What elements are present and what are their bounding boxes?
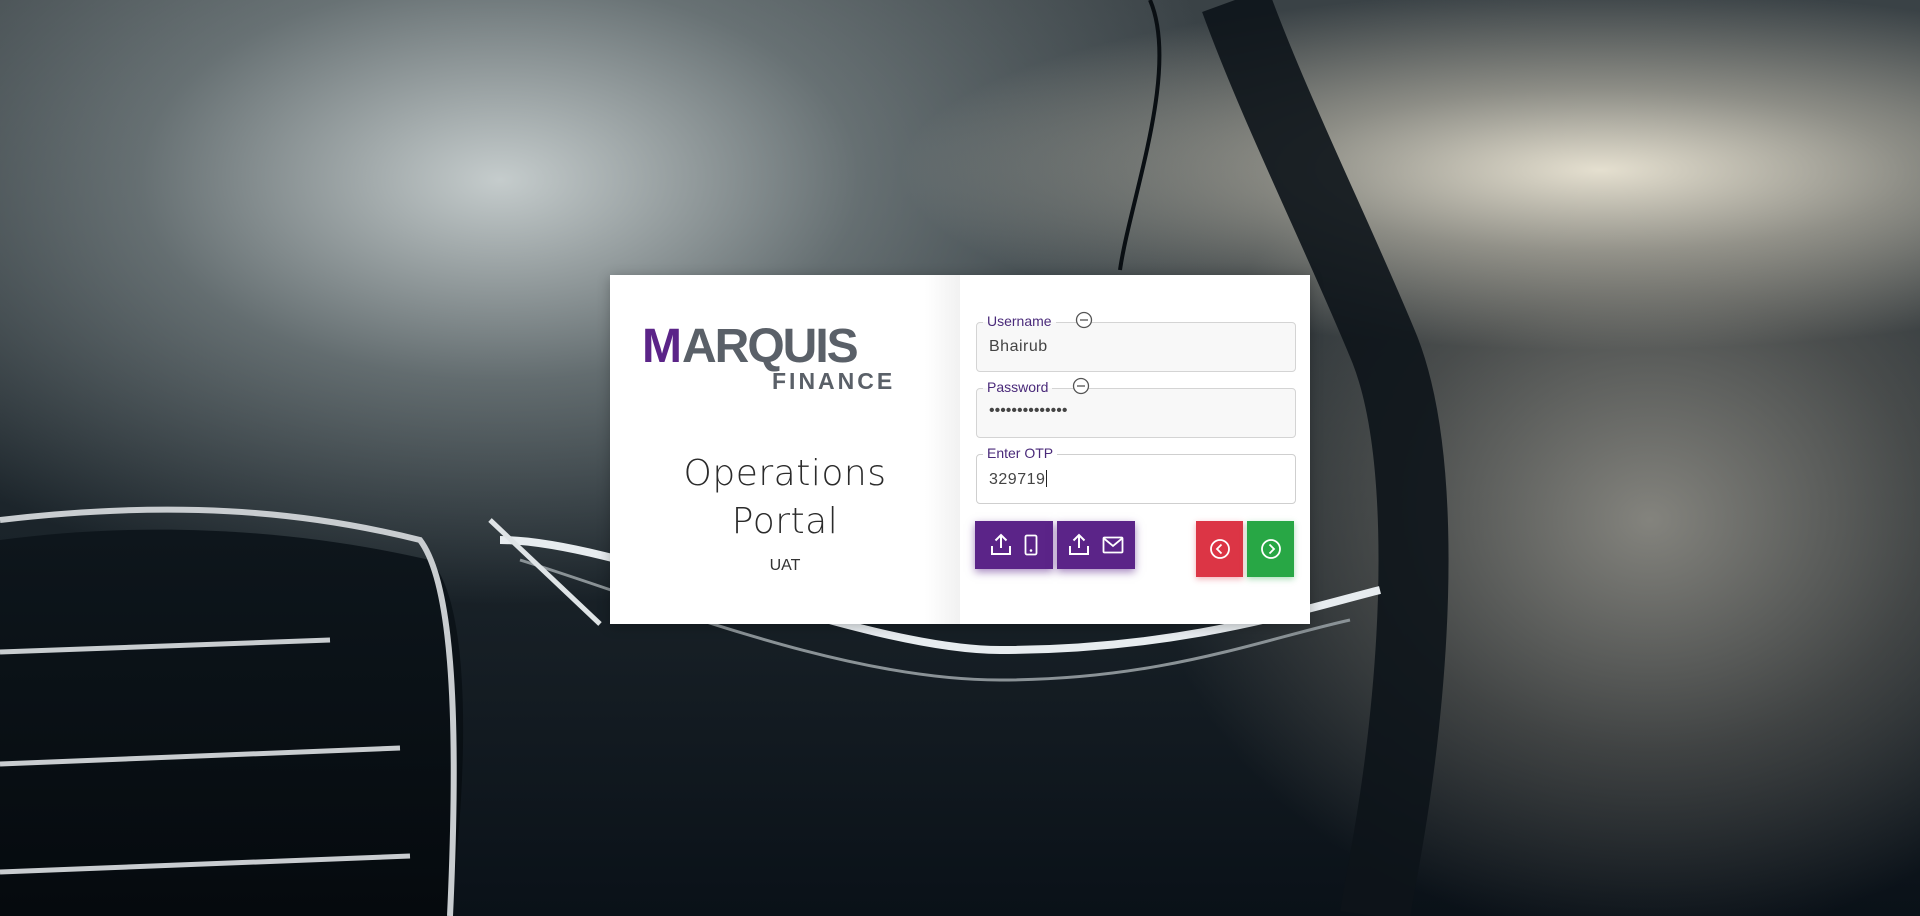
page-title-line1: Operations	[683, 453, 887, 494]
send-otp-email-button[interactable]	[1057, 521, 1135, 569]
chevron-right-circle-icon	[1260, 539, 1281, 559]
password-label: Password	[983, 379, 1053, 395]
page-title-line2: Portal	[731, 501, 839, 542]
svg-text:ARQUIS: ARQUIS	[682, 320, 858, 373]
password-value: ••••••••••••••	[989, 402, 1068, 419]
minus-circle-icon[interactable]	[1072, 377, 1090, 395]
phone-icon	[1024, 534, 1038, 556]
otp-label: Enter OTP	[983, 445, 1058, 461]
username-value: Bhairub	[989, 338, 1048, 355]
username-label: Username	[983, 313, 1056, 329]
svg-text:M: M	[642, 320, 680, 373]
text-caret	[1046, 470, 1048, 487]
chevron-left-circle-icon	[1209, 539, 1230, 559]
login-button[interactable]	[1247, 521, 1294, 577]
environment-label: UAT	[769, 557, 801, 574]
mail-icon	[1102, 536, 1124, 554]
upload-icon	[991, 533, 1011, 555]
brand-panel: M ARQUIS FINANCE Operations Portal UAT	[610, 275, 960, 624]
page-title: Operations Portal	[610, 450, 960, 546]
username-field[interactable]: Username Bhairub	[976, 311, 1296, 372]
login-form: Username Bhairub Password ••••••••••••••…	[960, 275, 1310, 624]
login-card: M ARQUIS FINANCE Operations Portal UAT U…	[610, 275, 1310, 624]
send-otp-sms-button[interactable]	[975, 521, 1053, 569]
password-field[interactable]: Password ••••••••••••••	[976, 377, 1296, 438]
upload-icon	[1069, 533, 1089, 555]
minus-circle-icon[interactable]	[1075, 311, 1093, 329]
otp-field[interactable]: Enter OTP 329719	[976, 445, 1296, 504]
otp-value: 329719	[989, 470, 1048, 488]
marquis-finance-logo: M ARQUIS FINANCE	[642, 320, 895, 390]
back-button[interactable]	[1196, 521, 1243, 577]
svg-text:FINANCE: FINANCE	[772, 368, 895, 390]
